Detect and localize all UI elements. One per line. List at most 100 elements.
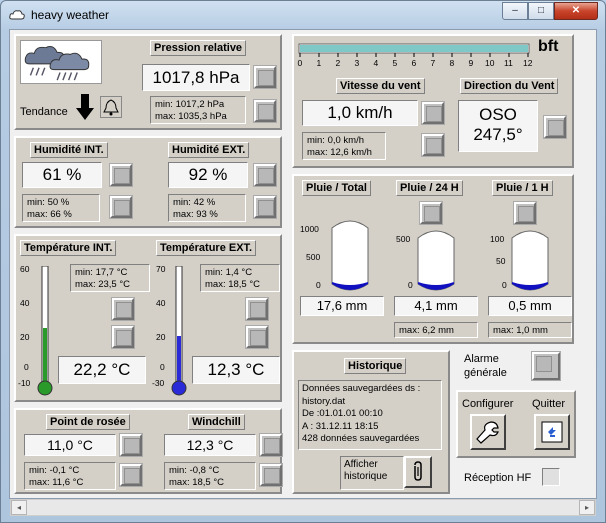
windchill-minmax-button[interactable] — [260, 464, 282, 486]
wind-speed-graph-button[interactable] — [422, 102, 444, 124]
quit-button[interactable] — [534, 414, 570, 450]
rain-total-gauge — [331, 220, 369, 291]
quit-label: Quitter — [532, 398, 566, 410]
humidity-ext-label: Humidité EXT. — [168, 142, 250, 158]
pressure-min: min: 1017,2 hPa — [155, 99, 225, 110]
temp-int-tick: 20 — [20, 332, 30, 342]
rain-24h-gauge — [417, 230, 455, 291]
pressure-label: Pression relative — [150, 40, 247, 56]
rain-1h-gauge — [511, 230, 549, 291]
dewpoint-label: Point de rosée — [46, 414, 130, 430]
wrench-icon — [476, 421, 499, 444]
history-filename: history.dat — [302, 395, 346, 407]
close-button[interactable]: ✕ — [554, 2, 598, 20]
reception-indicator — [542, 468, 560, 486]
wind-direction-label: Direction du Vent — [460, 78, 559, 94]
beaufort-tick-label: 12 — [523, 58, 533, 68]
history-from: De :01.01.01 00:10 — [302, 408, 383, 419]
pressure-minmax-button[interactable] — [254, 100, 276, 122]
wind-direction-graph-button[interactable] — [544, 116, 566, 138]
client-area: Pression relative 1017,8 hPa Tendance mi… — [9, 29, 597, 499]
dewpoint-graph-button[interactable] — [120, 434, 142, 456]
show-history-group: Afficher historique — [340, 456, 404, 490]
humidity-int-graph-button[interactable] — [110, 164, 132, 186]
rain-total-tick: 0 — [316, 280, 321, 290]
show-history-label-2: historique — [344, 471, 388, 482]
temperature-int-graph-button[interactable] — [112, 326, 134, 348]
humidity-ext-minmax-button[interactable] — [254, 196, 276, 218]
thermometer-int — [37, 266, 53, 396]
rain-1h-tick: 100 — [490, 234, 505, 244]
humidity-ext-min: min: 42 % — [173, 197, 216, 208]
temp-ext-tick: 70 — [156, 264, 166, 274]
rain-1h-label: Pluie / 1 H — [492, 180, 553, 196]
wind-speed-minmax: min: 0,0 km/h max: 12,6 km/h — [302, 132, 386, 160]
temp-int-tick: 60 — [20, 264, 30, 274]
windchill-max: max: 18,5 °C — [169, 477, 225, 488]
beaufort-scale-fill — [300, 45, 528, 52]
show-history-label-1: Afficher — [344, 459, 378, 470]
beaufort-tick-label: 11 — [504, 58, 513, 68]
temperature-ext-max: max: 18,5 °C — [205, 279, 261, 290]
general-alarm-button[interactable] — [532, 352, 560, 380]
scroll-left-button[interactable]: ◂ — [11, 500, 27, 515]
beaufort-tick-label: 3 — [354, 58, 360, 68]
pressure-minmax: min: 1017,2 hPa max: 1035,3 hPa — [150, 96, 246, 124]
temperature-ext-graph-button[interactable] — [246, 326, 268, 348]
windchill-min: min: -0,8 °C — [169, 465, 220, 476]
alarm-bell-icon[interactable] — [100, 96, 122, 118]
wind-panel: 0 1 2 3 4 5 6 7 8 9 10 11 12 bft Vitesse du vent Dir… — [292, 34, 574, 168]
temperature-ext-min: min: 1,4 °C — [205, 267, 253, 278]
general-alarm-label-1: Alarme — [464, 353, 499, 365]
horizontal-scrollbar[interactable]: ◂ ▸ — [10, 499, 596, 516]
maximize-button[interactable]: □ — [528, 2, 554, 20]
arrow-down-icon — [76, 94, 94, 120]
windchill-graph-button[interactable] — [260, 434, 282, 456]
temperature-ext-label: Température EXT. — [156, 240, 257, 256]
temperature-int-minmax-button[interactable] — [112, 298, 134, 320]
wind-speed-minmax-button[interactable] — [422, 134, 444, 156]
windchill-label: Windchill — [188, 414, 245, 430]
rain-24h-tick: 500 — [396, 234, 411, 244]
configure-button[interactable] — [470, 414, 506, 450]
thermometer-int-fill — [43, 328, 47, 386]
wind-speed-max: max: 12,6 km/h — [307, 147, 372, 158]
title-bar[interactable]: heavy weather – □ ✕ — [1, 1, 605, 29]
rain-1h-value: 0,5 mm — [488, 296, 572, 316]
beaufort-tick-label: 9 — [468, 58, 474, 68]
pressure-value: 1017,8 hPa — [142, 64, 250, 91]
history-panel: Historique Données sauvegardées ds : his… — [292, 350, 450, 494]
temperature-int-value: 22,2 °C — [58, 356, 146, 384]
scroll-right-button[interactable]: ▸ — [579, 500, 595, 515]
humidity-int-value: 61 % — [22, 162, 102, 188]
rain-24h-graph-button[interactable] — [420, 202, 442, 224]
humidity-ext-minmax: min: 42 % max: 93 % — [168, 194, 246, 222]
rain-1h-graph-button[interactable] — [514, 202, 536, 224]
actions-panel: Configurer Quitter — [456, 390, 576, 458]
temp-int-tick: 40 — [20, 298, 30, 308]
pressure-graph-button[interactable] — [254, 66, 276, 88]
wind-speed-label: Vitesse du vent — [336, 78, 425, 94]
cloud-app-icon — [9, 10, 25, 20]
humidity-ext-graph-button[interactable] — [254, 164, 276, 186]
dewpoint-windchill-panel: Point de rosée Windchill 11,0 °C 12,3 °C… — [14, 408, 282, 494]
rain-total-value: 17,6 mm — [300, 296, 384, 316]
temperature-int-min: min: 17,7 °C — [75, 267, 128, 278]
humidity-int-max: max: 66 % — [27, 209, 72, 220]
cloud-rain-icon — [20, 40, 102, 84]
wind-direction-code: OSO — [479, 105, 517, 124]
show-history-button[interactable] — [404, 456, 432, 488]
temp-ext-tick: -30 — [152, 378, 165, 388]
minimize-button[interactable]: – — [502, 2, 528, 20]
dewpoint-max: max: 11,6 °C — [29, 477, 84, 488]
temperature-ext-minmax-button[interactable] — [246, 298, 268, 320]
humidity-int-minmax-button[interactable] — [110, 196, 132, 218]
rain-panel: Pluie / Total Pluie / 24 H Pluie / 1 H 1… — [292, 174, 574, 344]
thermometer-ext-fill — [177, 336, 181, 386]
dewpoint-value: 11,0 °C — [24, 434, 116, 456]
general-alarm-label: Alarme générale — [464, 352, 507, 380]
dewpoint-minmax-button[interactable] — [120, 464, 142, 486]
window-title: heavy weather — [31, 8, 110, 22]
temp-ext-tick: 40 — [156, 298, 166, 308]
wind-direction-degrees: 247,5° — [473, 125, 523, 144]
